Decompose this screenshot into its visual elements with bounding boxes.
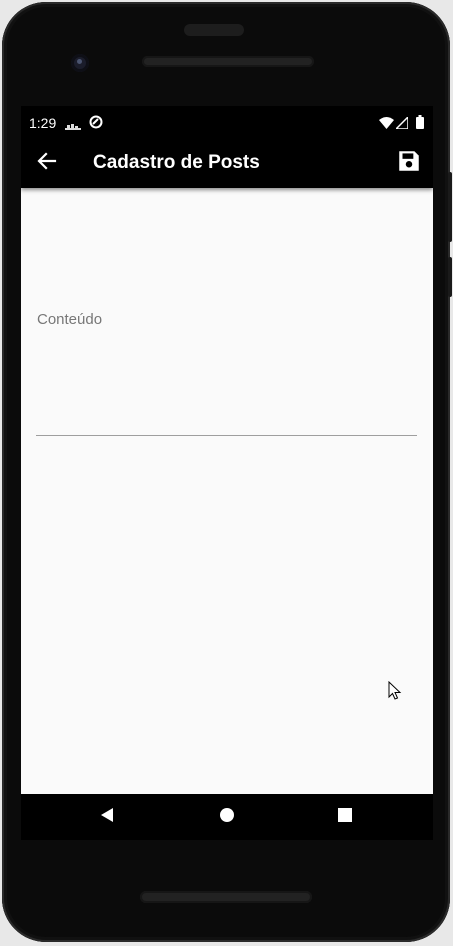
back-button[interactable]	[33, 149, 61, 177]
app-bar: Cadastro de Posts	[21, 138, 433, 188]
home-circle-icon	[219, 807, 235, 828]
top-speaker	[142, 56, 314, 67]
save-button[interactable]	[394, 148, 424, 178]
power-button[interactable]	[448, 257, 452, 297]
nav-home-button[interactable]	[216, 806, 238, 828]
mouse-cursor-icon	[388, 680, 402, 706]
earpiece	[184, 24, 244, 36]
back-triangle-icon	[99, 807, 115, 828]
cell-signal-icon	[394, 115, 409, 134]
front-camera	[71, 54, 89, 72]
save-icon	[396, 148, 422, 179]
status-time: 1:29	[29, 115, 57, 131]
device-screen: 1:29 Cadastro de Posts Conteúdo	[21, 106, 433, 794]
system-navigation-bar	[21, 794, 433, 840]
arrow-back-icon	[37, 151, 57, 176]
form-body: Conteúdo	[21, 188, 433, 794]
nav-recents-button[interactable]	[334, 806, 356, 828]
nav-back-button[interactable]	[96, 806, 118, 828]
content-field-underline	[36, 435, 417, 436]
sync-icon	[89, 115, 103, 134]
content-field[interactable]: Conteúdo	[36, 298, 421, 438]
bottom-speaker	[140, 891, 312, 903]
page-title: Cadastro de Posts	[93, 152, 260, 173]
notification-icon	[65, 118, 81, 136]
content-input[interactable]	[36, 298, 421, 438]
volume-button[interactable]	[448, 172, 452, 242]
wifi-icon	[379, 116, 394, 134]
status-bar: 1:29	[21, 106, 433, 138]
battery-icon	[416, 115, 424, 134]
recents-square-icon	[337, 807, 353, 828]
